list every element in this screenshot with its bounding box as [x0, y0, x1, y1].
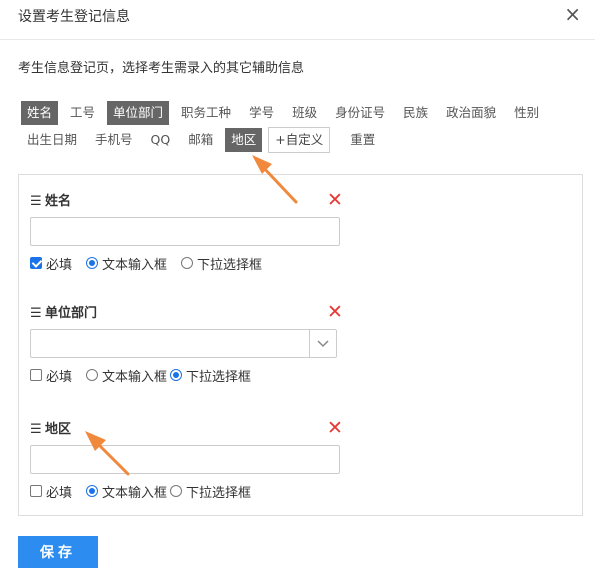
type-select-radio[interactable]: 下拉选择框: [170, 482, 251, 501]
required-label: 必填: [46, 257, 73, 273]
tag-employee-id[interactable]: 工号: [64, 101, 101, 125]
type-text-radio[interactable]: 文本输入框: [86, 482, 167, 501]
drag-handle-icon[interactable]: ☰: [30, 193, 42, 211]
required-label: 必填: [46, 369, 73, 385]
field-drag-handle[interactable]: ☰ 姓名: [30, 193, 350, 211]
tag-job-title[interactable]: 职务工种: [175, 101, 237, 125]
radio-icon[interactable]: [170, 369, 183, 381]
tag-id-number[interactable]: 身份证号: [329, 101, 391, 125]
tag-name[interactable]: 姓名: [21, 101, 59, 125]
type-select-label: 下拉选择框: [197, 257, 263, 273]
dialog-title: 设置考生登记信息: [18, 9, 130, 25]
type-text-label: 文本输入框: [102, 485, 168, 501]
preview-text-input[interactable]: [30, 445, 340, 474]
dialog-header: 设置考生登记信息 ×: [0, 0, 595, 40]
radio-icon[interactable]: [86, 369, 99, 381]
type-text-radio[interactable]: 文本输入框: [86, 254, 167, 273]
radio-icon[interactable]: [181, 257, 194, 269]
type-text-label: 文本输入框: [102, 257, 168, 273]
type-select-radio[interactable]: 下拉选择框: [181, 254, 262, 273]
field-item-department: ☰ 单位部门 ✕ 必填 文本输入框 下拉选择框: [30, 303, 350, 385]
field-item-region: ☰ 地区 ✕ 必填 文本输入框 下拉选择框: [30, 419, 350, 501]
tag-phone[interactable]: 手机号: [89, 128, 139, 152]
tag-ethnicity[interactable]: 民族: [397, 101, 434, 125]
checkbox-icon[interactable]: [30, 369, 42, 381]
tag-row-2: 出生日期 手机号 QQ 邮箱 地区 +自定义 重置: [21, 127, 387, 153]
reset-button[interactable]: 重置: [344, 128, 381, 152]
field-drag-handle[interactable]: ☰ 单位部门: [30, 305, 350, 323]
tag-political-status[interactable]: 政治面貌: [440, 101, 502, 125]
field-options: 必填 文本输入框 下拉选择框: [30, 366, 350, 385]
tag-student-id[interactable]: 学号: [243, 101, 280, 125]
drag-handle-icon[interactable]: ☰: [30, 305, 42, 323]
preview-select[interactable]: [30, 329, 337, 358]
type-text-label: 文本输入框: [102, 369, 168, 385]
field-item-name: ☰ 姓名 ✕ 必填 文本输入框 下拉选择框: [30, 191, 350, 273]
radio-icon[interactable]: [86, 485, 99, 497]
save-button[interactable]: 保存: [18, 536, 98, 568]
field-drag-handle[interactable]: ☰ 地区: [30, 421, 350, 439]
delete-icon[interactable]: ✕: [327, 419, 343, 438]
checkbox-icon[interactable]: [30, 257, 42, 269]
preview-text-input[interactable]: [30, 217, 340, 246]
required-label: 必填: [46, 485, 73, 501]
tag-birthdate[interactable]: 出生日期: [21, 128, 83, 152]
close-icon[interactable]: ×: [564, 4, 581, 24]
delete-icon[interactable]: ✕: [327, 303, 343, 322]
checkbox-icon[interactable]: [30, 485, 42, 497]
field-options: 必填 文本输入框 下拉选择框: [30, 254, 350, 273]
dialog-description: 考生信息登记页，选择考生需录入的其它辅助信息: [18, 61, 305, 76]
drag-handle-icon[interactable]: ☰: [30, 421, 42, 439]
tag-class[interactable]: 班级: [286, 101, 323, 125]
custom-field-button[interactable]: +自定义: [268, 127, 331, 153]
required-checkbox[interactable]: 必填: [30, 482, 72, 501]
type-select-label: 下拉选择框: [186, 485, 252, 501]
type-text-radio[interactable]: 文本输入框: [86, 366, 167, 385]
tag-email[interactable]: 邮箱: [182, 128, 219, 152]
type-select-label: 下拉选择框: [186, 369, 252, 385]
field-label: 单位部门: [45, 306, 98, 321]
tag-department[interactable]: 单位部门: [107, 101, 170, 125]
tag-region[interactable]: 地区: [225, 128, 263, 152]
required-checkbox[interactable]: 必填: [30, 254, 72, 273]
chevron-down-icon[interactable]: [309, 330, 336, 357]
tag-row-1: 姓名 工号 单位部门 职务工种 学号 班级 身份证号 民族 政治面貌 性别: [21, 101, 551, 125]
field-label: 地区: [45, 422, 72, 437]
tag-qq[interactable]: QQ: [145, 128, 177, 152]
type-select-radio[interactable]: 下拉选择框: [170, 366, 251, 385]
delete-icon[interactable]: ✕: [327, 191, 343, 210]
field-label: 姓名: [45, 194, 72, 209]
radio-icon[interactable]: [170, 485, 183, 497]
field-list: ☰ 姓名 ✕ 必填 文本输入框 下拉选择框 ☰ 单位部门 ✕ 必填 文本输入框 …: [18, 174, 583, 516]
radio-icon[interactable]: [86, 257, 99, 269]
tag-gender[interactable]: 性别: [508, 101, 545, 125]
field-options: 必填 文本输入框 下拉选择框: [30, 482, 350, 501]
required-checkbox[interactable]: 必填: [30, 366, 72, 385]
